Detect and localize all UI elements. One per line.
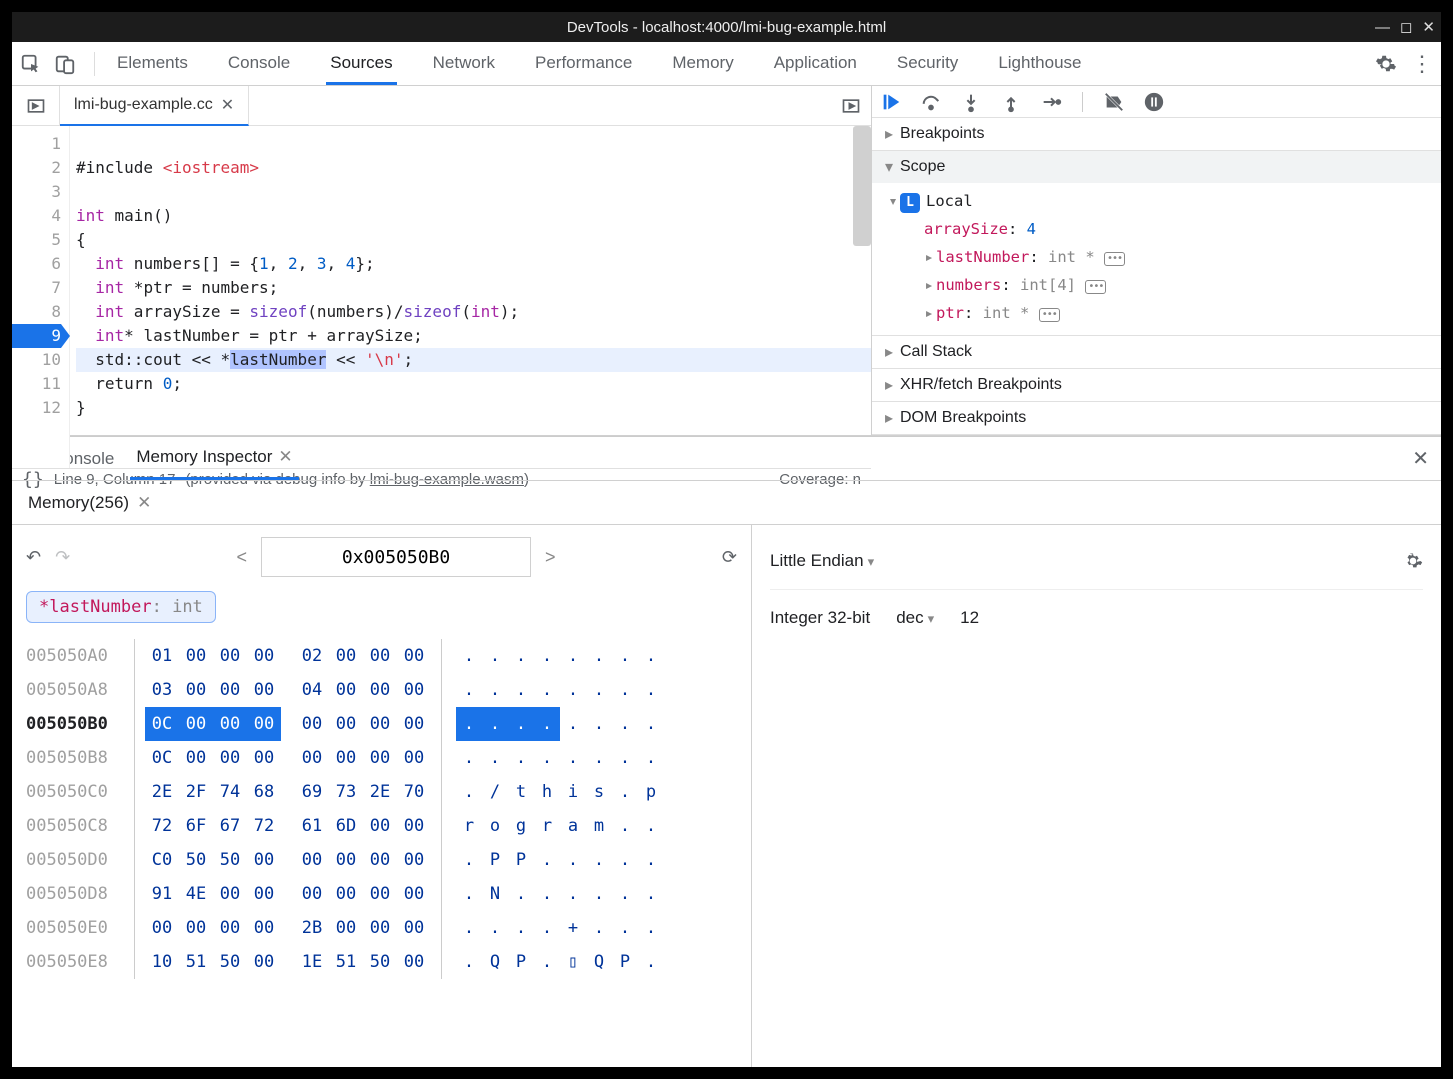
redo-icon[interactable]: ↷ [55,547,70,568]
step-over-icon[interactable] [920,91,942,113]
prev-icon[interactable]: < [237,547,248,568]
close-tab-icon[interactable]: ✕ [221,95,234,115]
close-tab-icon[interactable]: ✕ [137,493,151,513]
xhr-section[interactable]: ▸XHR/fetch Breakpoints [872,369,1441,401]
tab-elements[interactable]: Elements [113,43,192,85]
code-editor[interactable]: #include <iostream> int main() { int num… [70,126,871,468]
scope-local[interactable]: ▾LLocal [888,187,1441,215]
next-icon[interactable]: > [545,547,556,568]
drawer-close-icon[interactable]: ✕ [1412,446,1429,471]
deactivate-breakpoints-icon[interactable] [1103,91,1125,113]
hex-viewer[interactable]: 005050A00100000002000000........005050A8… [26,639,737,979]
memory-icon[interactable]: ••• [1104,252,1125,266]
int32-label: Integer 32-bit [770,608,870,628]
tab-lighthouse[interactable]: Lighthouse [994,43,1085,85]
endian-select[interactable]: Little Endian▾ [770,551,874,571]
tab-security[interactable]: Security [893,43,962,85]
address-input[interactable] [261,537,531,577]
var-ptr[interactable]: ▸ptr: int * ••• [924,299,1441,327]
file-tab-name: lmi-bug-example.cc [74,96,213,114]
window-title: DevTools - localhost:4000/lmi-bug-exampl… [567,19,886,36]
tab-network[interactable]: Network [429,43,499,85]
pause-exceptions-icon[interactable] [1143,91,1165,113]
kebab-icon[interactable]: ⋮ [1411,51,1433,77]
step-into-icon[interactable] [960,91,982,113]
debugger-toolbar [872,86,1441,118]
device-icon[interactable] [54,53,76,75]
memory-icon[interactable]: ••• [1039,308,1060,322]
refresh-icon[interactable]: ⟳ [722,547,737,568]
tab-performance[interactable]: Performance [531,43,636,85]
close-icon[interactable]: ✕ [1422,18,1435,36]
int32-value: 12 [960,608,979,628]
file-tab[interactable]: lmi-bug-example.cc ✕ [60,86,249,126]
maximize-icon[interactable]: ◻ [1400,18,1412,36]
resume-icon[interactable] [880,91,902,113]
dom-section[interactable]: ▸DOM Breakpoints [872,402,1441,434]
breakpoints-section[interactable]: ▸Breakpoints [872,118,1441,150]
tab-sources[interactable]: Sources [326,43,396,85]
var-lastNumber[interactable]: ▸lastNumber: int * ••• [924,243,1441,271]
snippet-run-icon[interactable] [841,96,861,116]
settings-icon[interactable] [1375,53,1397,75]
scope-section[interactable]: ▾Scope [872,151,1441,183]
tab-console[interactable]: Console [224,43,294,85]
var-numbers[interactable]: ▸numbers: int[4] ••• [924,271,1441,299]
settings-icon[interactable] [1403,551,1423,571]
memory-icon[interactable]: ••• [1085,280,1106,294]
highlight-chip[interactable]: *lastNumber: int [26,591,216,623]
inspect-icon[interactable] [20,53,42,75]
callstack-section[interactable]: ▸Call Stack [872,336,1441,368]
step-icon[interactable] [1040,91,1062,113]
memory-tab[interactable]: Memory(256)✕ [20,483,159,523]
undo-icon[interactable]: ↶ [26,547,41,568]
minimize-icon[interactable]: — [1375,19,1390,36]
step-out-icon[interactable] [1000,91,1022,113]
format-select[interactable]: dec▾ [896,608,934,628]
main-tabstrip: Elements Console Sources Network Performance… [12,42,1441,86]
scrollbar[interactable] [853,126,871,246]
line-gutter[interactable]: 123456789101112 [12,126,70,468]
navigator-toggle-icon[interactable] [12,86,60,126]
var-arraySize[interactable]: arraySize: 4 [924,215,1441,243]
tab-application[interactable]: Application [770,43,861,85]
titlebar: DevTools - localhost:4000/lmi-bug-exampl… [12,12,1441,42]
tab-memory[interactable]: Memory [668,43,737,85]
